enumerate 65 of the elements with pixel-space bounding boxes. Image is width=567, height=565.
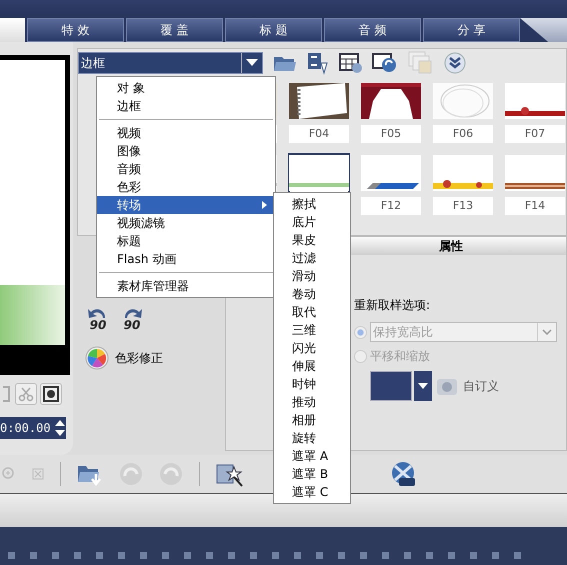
menu-item[interactable]: 三维	[274, 321, 350, 339]
spinner-icon[interactable]	[54, 418, 66, 438]
thumbnail[interactable]: F05	[360, 81, 422, 145]
tab[interactable]: 标 题	[225, 18, 322, 42]
expand-icon[interactable]	[444, 52, 466, 74]
thumbnail[interactable]: F12	[360, 153, 422, 217]
menu-item[interactable]: 遮罩 B	[274, 465, 350, 483]
thumbnail[interactable]: F13	[432, 153, 494, 217]
thumbnail-label: F05	[361, 125, 421, 143]
thumbnail[interactable]: F06	[432, 81, 494, 145]
menu-item[interactable]: 音频	[97, 160, 275, 178]
color-correction-button[interactable]: 色彩修正	[85, 346, 163, 370]
menu-item[interactable]: 相册	[274, 411, 350, 429]
rotate-button[interactable]: 90	[121, 306, 143, 332]
menu-item[interactable]: 视频滤镜	[97, 214, 275, 232]
tab[interactable]: 分 享	[423, 18, 520, 42]
thumbnail-label: F04	[289, 125, 349, 143]
menu-item[interactable]: 时钟	[274, 375, 350, 393]
menu-item[interactable]: 滑动	[274, 267, 350, 285]
menu-item[interactable]: 遮罩 A	[274, 447, 350, 465]
custom-button[interactable]: 自订义	[436, 375, 499, 397]
menu-item[interactable]: 视频	[97, 124, 275, 142]
thumbnail-label: F13	[433, 197, 493, 215]
surround-sound-icon[interactable]	[390, 461, 416, 487]
menu-item[interactable]: 边框	[97, 97, 275, 115]
fullscreen-button[interactable]	[40, 383, 62, 405]
menu-item[interactable]: 底片	[274, 213, 350, 231]
menu-item[interactable]: 推动	[274, 393, 350, 411]
timecode-field[interactable]: 0:00.00	[0, 417, 66, 439]
menu-item[interactable]: 旋转	[274, 429, 350, 447]
tab-bar-corner	[520, 18, 567, 42]
thumbnail-label: F12	[361, 197, 421, 215]
submenu-arrow-icon	[262, 201, 267, 209]
grid-options-icon[interactable]	[339, 52, 363, 74]
menu-item[interactable]: 遮罩 C	[274, 483, 350, 501]
caret-icon	[542, 329, 552, 335]
caret-icon	[418, 383, 428, 389]
thumbnail[interactable]: F04	[288, 81, 350, 145]
color-wheel-icon	[85, 346, 109, 370]
menu-item[interactable]: 图像	[97, 142, 275, 160]
menu-item[interactable]: 取代	[274, 303, 350, 321]
menu-item[interactable]: 素材库管理器	[97, 277, 275, 295]
rotate-button[interactable]: 90	[87, 306, 109, 332]
film-rotate-icon[interactable]	[372, 51, 398, 75]
color-swatch-dropdown[interactable]	[370, 371, 432, 401]
menu-item[interactable]: 色彩	[97, 178, 275, 196]
tab[interactable]: 音 频	[324, 18, 421, 42]
thumbnail-label: F14	[505, 197, 565, 215]
tab[interactable]: 覆 盖	[126, 18, 223, 42]
option-label: 平移和缩放	[370, 348, 430, 365]
resample-label: 重新取样选项:	[354, 297, 432, 314]
menu-item[interactable]: 伸展	[274, 357, 350, 375]
menu-item[interactable]: 转场	[97, 196, 275, 214]
thumbnail[interactable]: F14	[504, 153, 566, 217]
menu-item[interactable]: 卷动	[274, 285, 350, 303]
category-dropdown[interactable]: 边框	[78, 52, 263, 74]
menu-item[interactable]: 对 象	[97, 79, 275, 97]
tab[interactable]: 特 效	[27, 18, 124, 42]
menu-item[interactable]: 闪光	[274, 339, 350, 357]
menu-item[interactable]: 擦拭	[274, 195, 350, 213]
caret-icon	[246, 59, 258, 67]
sort-icon[interactable]	[306, 51, 330, 75]
thumbnail[interactable]: F07	[504, 81, 566, 145]
thumbnail-label: F06	[433, 125, 493, 143]
thumbnail-label: F07	[505, 125, 565, 143]
